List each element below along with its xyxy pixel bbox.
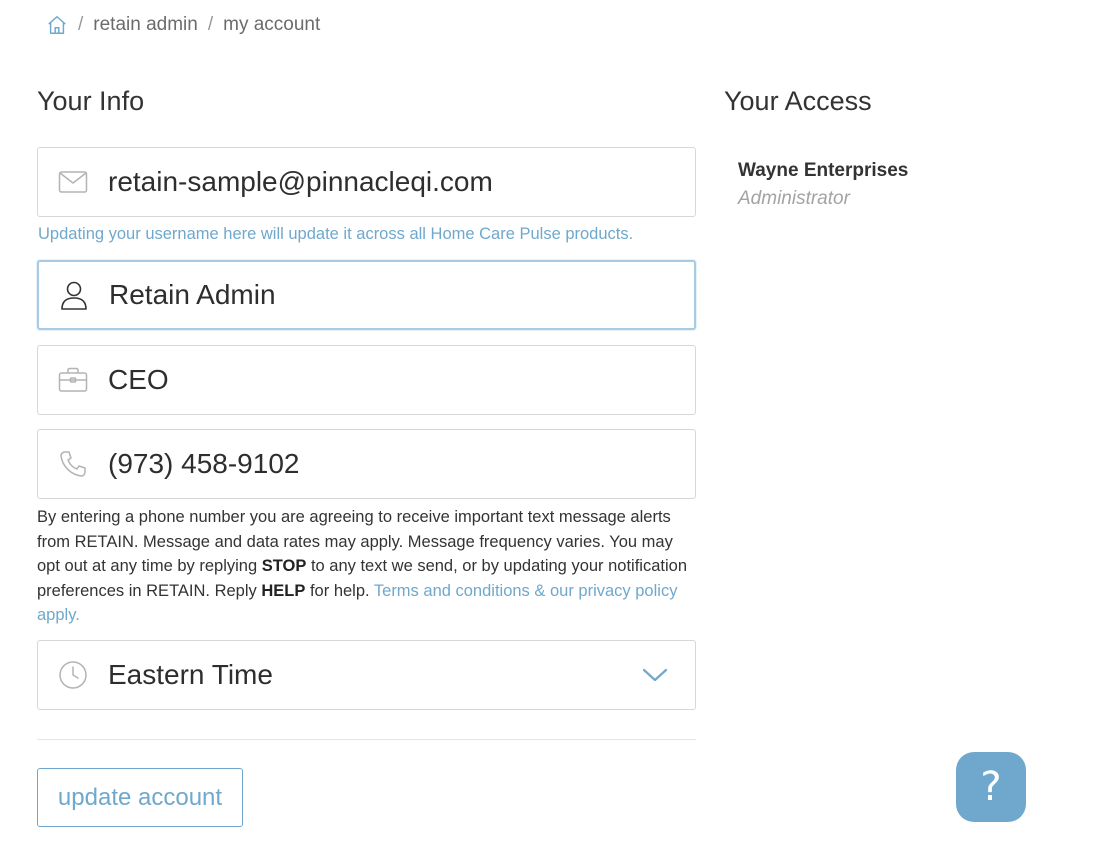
phone-value[interactable]: (973) 458-9102 [108, 448, 695, 480]
your-info-title: Your Info [37, 86, 145, 116]
name-field[interactable]: Retain Admin [37, 260, 696, 330]
user-icon [39, 262, 109, 328]
home-icon[interactable] [46, 14, 68, 36]
your-access-title: Your Access [724, 86, 872, 116]
breadcrumb-my-account[interactable]: my account [223, 14, 320, 36]
update-account-button[interactable]: update account [37, 768, 243, 827]
briefcase-icon [38, 346, 108, 414]
breadcrumb-separator: / [78, 14, 84, 35]
divider [37, 739, 696, 740]
disclaimer-text-3: for help. [305, 581, 374, 600]
email-value[interactable]: retain-sample@pinnacleqi.com [108, 166, 695, 198]
breadcrumb-separator: / [207, 14, 214, 35]
help-button[interactable]: ? [956, 752, 1026, 822]
phone-icon [38, 430, 108, 498]
clock-icon [38, 641, 108, 709]
phone-field[interactable]: (973) 458-9102 [37, 429, 696, 499]
email-field[interactable]: retain-sample@pinnacleqi.com [37, 147, 696, 217]
envelope-icon [38, 148, 108, 216]
sms-disclaimer: By entering a phone number you are agree… [37, 505, 699, 628]
breadcrumb: / retain admin / my account [46, 12, 320, 38]
chevron-down-icon[interactable] [615, 667, 695, 683]
organization-role: Administrator [738, 188, 850, 209]
breadcrumb-retain-admin[interactable]: retain admin [93, 14, 198, 36]
question-icon: ? [980, 764, 1002, 810]
timezone-select[interactable]: Eastern Time [37, 640, 696, 710]
timezone-value[interactable]: Eastern Time [108, 659, 615, 691]
job-title-value[interactable]: CEO [108, 364, 695, 396]
email-hint: Updating your username here will update … [38, 225, 634, 243]
organization-name: Wayne Enterprises [738, 160, 909, 181]
disclaimer-help: HELP [261, 581, 306, 600]
job-title-field[interactable]: CEO [37, 345, 696, 415]
disclaimer-stop: STOP [261, 557, 307, 575]
name-value[interactable]: Retain Admin [109, 279, 694, 311]
